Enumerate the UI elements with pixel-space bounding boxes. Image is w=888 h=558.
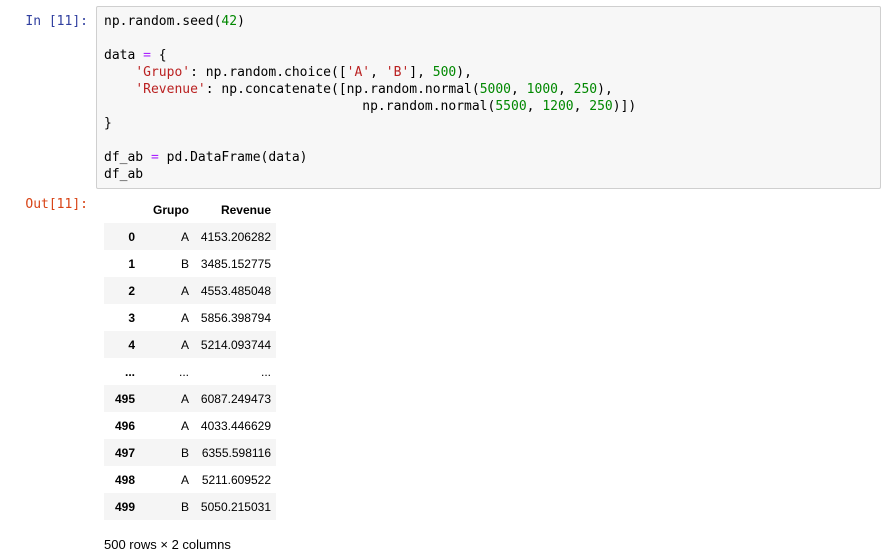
cell-grupo: A	[180, 472, 189, 487]
cell-grupo: ...	[178, 364, 189, 379]
cell-revenue: 5050.215031	[200, 499, 271, 514]
code-line: df_ab = pd.DataFrame(data)	[104, 150, 308, 165]
cell-revenue: 4553.485048	[200, 283, 271, 298]
cell-revenue: 5211.609522	[201, 472, 271, 487]
table-row: 3 A 5856.398794	[104, 304, 276, 331]
code-line: np.random.normal(5500, 1200, 250)])	[362, 99, 637, 114]
row-index: 4	[128, 337, 135, 352]
row-index: 0	[128, 229, 135, 244]
table-row: 1 B 3485.152775	[104, 250, 276, 277]
column-header-grupo: Grupo	[153, 202, 189, 217]
row-index: ...	[124, 364, 135, 379]
row-index: 497	[114, 445, 135, 460]
table-row: 499 B 5050.215031	[104, 493, 276, 520]
row-index: 499	[114, 499, 135, 514]
table-row-ellipsis: ... ... ...	[104, 358, 276, 385]
input-prompt: In [11]:	[25, 14, 88, 29]
row-index: 2	[128, 283, 135, 298]
code-line: 'Revenue': np.concatenate([np.random.nor…	[135, 82, 613, 97]
cell-revenue: 6355.598116	[201, 445, 271, 460]
code-line: data = {	[104, 48, 167, 63]
cell-revenue: 4033.446629	[200, 418, 271, 433]
cell-grupo: A	[180, 283, 189, 298]
cell-revenue: 3485.152775	[200, 256, 271, 271]
code-line: df_ab	[104, 167, 144, 182]
table-header-row: Grupo Revenue	[104, 196, 276, 223]
code-line: np.random.seed(42)	[104, 14, 245, 29]
cell-revenue: 4153.206282	[200, 229, 271, 244]
row-index: 3	[128, 310, 135, 325]
cell-grupo: B	[180, 499, 189, 514]
cell-grupo: B	[180, 256, 189, 271]
table-row: 0 A 4153.206282	[104, 223, 276, 250]
cell-grupo: A	[180, 229, 189, 244]
table-row: 4 A 5214.093744	[104, 331, 276, 358]
row-index: 496	[114, 418, 135, 433]
cell-revenue: 6087.249473	[200, 391, 271, 406]
table-row: 496 A 4033.446629	[104, 412, 276, 439]
cell-grupo: B	[180, 445, 189, 460]
code-cell-editor[interactable]: np.random.seed(42) data = { 'Grupo': np.…	[96, 6, 881, 189]
dataframe-table: Grupo Revenue 0 A 4153.206282 1 B 3485.1…	[104, 196, 276, 520]
cell-revenue: 5214.093744	[200, 337, 271, 352]
code-line: }	[104, 116, 112, 131]
code-line: 'Grupo': np.random.choice(['A', 'B'], 50…	[135, 65, 472, 80]
table-row: 2 A 4553.485048	[104, 277, 276, 304]
column-header-revenue: Revenue	[220, 202, 271, 217]
row-index: 1	[128, 256, 135, 271]
cell-grupo: A	[180, 391, 189, 406]
cell-grupo: A	[180, 310, 189, 325]
cell-revenue: ...	[260, 364, 271, 379]
index-header	[104, 196, 140, 223]
table-row: 498 A 5211.609522	[104, 466, 276, 493]
cell-revenue: 5856.398794	[200, 310, 271, 325]
output-prompt: Out[11]:	[25, 197, 88, 212]
output-area: Grupo Revenue 0 A 4153.206282 1 B 3485.1…	[104, 196, 276, 552]
cell-grupo: A	[180, 418, 189, 433]
cell-grupo: A	[180, 337, 189, 352]
table-row: 497 B 6355.598116	[104, 439, 276, 466]
dataframe-shape: 500 rows × 2 columns	[104, 537, 231, 552]
table-row: 495 A 6087.249473	[104, 385, 276, 412]
row-index: 498	[114, 472, 135, 487]
row-index: 495	[114, 391, 135, 406]
